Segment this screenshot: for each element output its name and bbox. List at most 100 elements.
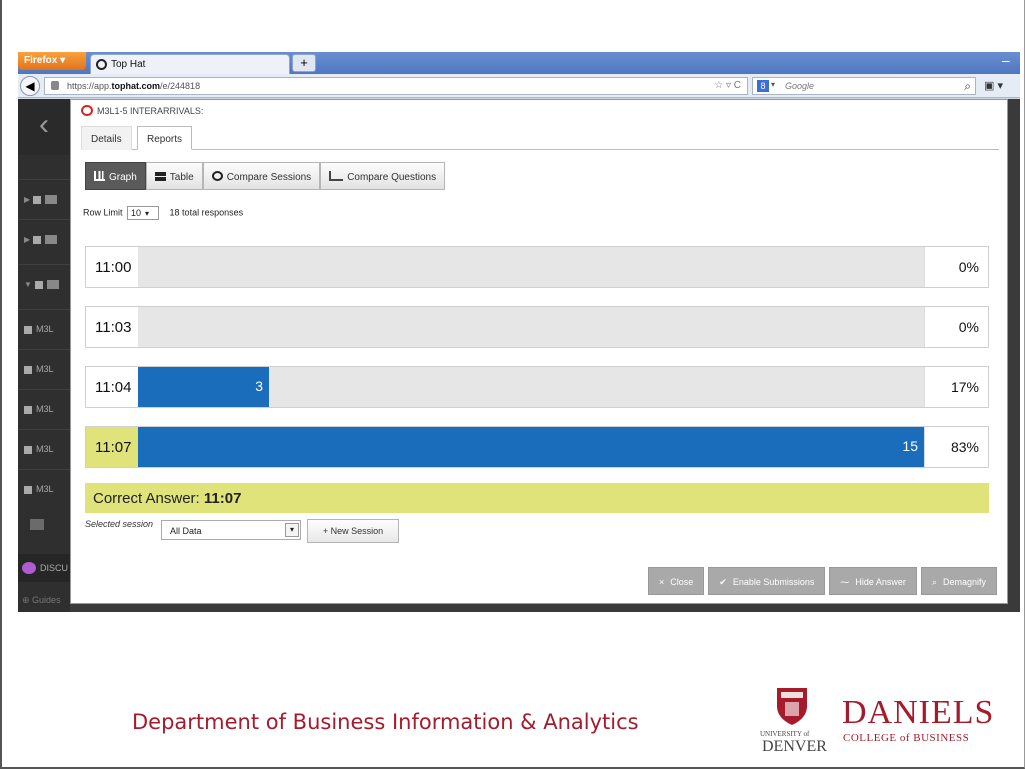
table-view-button[interactable]: Table: [145, 162, 203, 190]
university-shield-logo: [777, 688, 807, 725]
sidebar-item-label: M3L: [36, 484, 54, 494]
sidebar-item[interactable]: M3L: [18, 349, 70, 389]
new-tab-button[interactable]: +: [292, 54, 316, 72]
answer-bar-track: [138, 247, 924, 287]
bookmark-reload-icons[interactable]: ☆ ▿ C: [714, 80, 741, 91]
zoom-out-icon: ⌕: [931, 577, 937, 587]
navigation-bar: ◀ https://app.tophat.com/e/244818 ☆ ▿ C …: [18, 74, 1020, 98]
sidebar-item[interactable]: M3L: [18, 429, 70, 469]
sidebar-folder-row[interactable]: ▼: [18, 264, 70, 304]
answer-bar-track: 3: [138, 367, 924, 407]
url-prefix: https://app.: [67, 81, 112, 91]
compare-sessions-label: Compare Sessions: [226, 172, 312, 183]
answer-label: 11:04: [86, 367, 138, 407]
row-limit-select[interactable]: 10 ▾: [127, 206, 160, 220]
logo-denver-text: DENVER: [762, 738, 827, 755]
back-arrow-icon[interactable]: ◀: [20, 76, 40, 96]
url-bar[interactable]: https://app.tophat.com/e/244818 ☆ ▿ C: [44, 77, 748, 95]
modal-footer-actions: × Close ✔ Enable Submissions ⁓ Hide Answer …: [648, 567, 997, 595]
checkbox-icon: [24, 325, 32, 334]
answer-row: 11:04 3 17%: [85, 366, 989, 408]
check-icon: ✔: [719, 577, 727, 587]
clock-icon: [211, 171, 223, 181]
question-title-text: M3L1-5 INTERARRIVALS:: [97, 106, 204, 116]
hide-answer-button[interactable]: ⁓ Hide Answer: [829, 567, 917, 595]
discussion-label: DISCU: [40, 563, 69, 573]
hide-answer-label: Hide Answer: [855, 577, 906, 587]
logo-college-text: COLLEGE of BUSINESS: [843, 732, 970, 744]
answer-bar-track: [138, 307, 924, 347]
compare-sessions-button[interactable]: Compare Sessions: [202, 162, 321, 190]
answer-row: 11:03 0%: [85, 306, 989, 348]
answer-bar-track: 15: [138, 427, 924, 467]
enable-submissions-label: Enable Submissions: [732, 577, 815, 587]
checkbox-icon: [24, 365, 32, 374]
logo-university-text: UNIVERSITY of: [760, 730, 810, 738]
browser-window: Firefox ▾ Top Hat + – ◀ https://app.toph…: [18, 52, 1020, 612]
addons-menu-icon[interactable]: ▣ ▾: [980, 77, 1016, 95]
answer-label: 11:00: [86, 247, 138, 287]
search-icon[interactable]: ⌕: [964, 79, 971, 94]
compare-questions-label: Compare Questions: [347, 172, 437, 183]
enable-submissions-button[interactable]: ✔ Enable Submissions: [708, 567, 826, 595]
new-session-button[interactable]: + New Session: [307, 519, 399, 543]
modal-tabs: Details Reports: [81, 126, 999, 150]
sidebar-item-label: M3L: [36, 364, 54, 374]
guides-label: Guides: [32, 595, 61, 605]
firefox-menu-label: Firefox: [24, 55, 58, 66]
search-bar[interactable]: 8 ▾ Google ⌕: [752, 77, 976, 95]
answer-percent: 0%: [924, 247, 988, 287]
question-report-modal: M3L1-5 INTERARRIVALS: Details Reports Gr…: [70, 99, 1008, 604]
sidebar-folder-row[interactable]: ▶: [18, 179, 70, 219]
close-label: Close: [670, 577, 694, 587]
answer-label: 11:07: [86, 427, 138, 467]
checkbox-icon: [24, 405, 32, 414]
row-limit-value: 10: [131, 208, 142, 218]
graph-view-label: Graph: [109, 172, 137, 183]
folder-icon[interactable]: [30, 519, 44, 530]
url-path: /e/244818: [160, 81, 201, 91]
sidebar-item[interactable]: M3L: [18, 389, 70, 429]
row-limit-label: Row Limit: [83, 207, 123, 218]
collapse-chevron-icon[interactable]: ‹: [18, 99, 70, 155]
graph-view-button[interactable]: Graph: [85, 162, 146, 190]
checkbox-icon: [33, 195, 42, 204]
discussion-icon: [22, 562, 36, 574]
checkbox-icon: [24, 485, 32, 494]
tab-details[interactable]: Details: [81, 126, 132, 150]
demagnify-button[interactable]: ⌕ Demagnify: [920, 567, 997, 595]
sidebar-folder-row[interactable]: ▶: [18, 219, 70, 259]
sidebar-item[interactable]: M3L: [18, 309, 70, 349]
expand-triangle-icon: ▶: [24, 195, 31, 204]
answer-count: 15: [902, 438, 918, 454]
bar-chart-icon: [94, 171, 105, 181]
view-toolbar: Graph Table Compare Sessions Compare Que…: [85, 162, 446, 190]
firefox-menu-button[interactable]: Firefox ▾: [18, 52, 86, 70]
sidebar-guides[interactable]: ⊕ Guides: [18, 587, 70, 612]
chevron-down-icon: ▾: [771, 80, 776, 89]
table-icon: [154, 171, 166, 181]
hide-eye-icon: ⁓: [840, 577, 850, 587]
sidebar-item[interactable]: M3L: [18, 469, 70, 509]
folder-icon: [45, 195, 58, 205]
checkbox-icon: [34, 280, 43, 289]
answer-count: 3: [255, 378, 263, 394]
answer-label: 11:03: [86, 307, 138, 347]
tab-reports[interactable]: Reports: [137, 126, 193, 150]
close-button[interactable]: × Close: [648, 567, 705, 595]
session-select[interactable]: All Data ▾: [161, 520, 301, 540]
browser-tab[interactable]: Top Hat: [90, 54, 290, 74]
sidebar-discussion[interactable]: DISCU: [18, 554, 70, 582]
search-engine-icon[interactable]: 8: [757, 80, 769, 92]
selected-session-label: Selected session: [85, 519, 154, 529]
expand-triangle-icon: ▶: [24, 235, 31, 244]
sidebar-item-label: M3L: [36, 404, 54, 414]
folder-icon: [46, 280, 59, 290]
compare-questions-button[interactable]: Compare Questions: [320, 162, 446, 190]
minimize-icon[interactable]: –: [1002, 53, 1014, 69]
sidebar-item-label: M3L: [36, 444, 54, 454]
session-select-value: All Data: [170, 526, 202, 536]
close-icon: ×: [659, 577, 665, 587]
chevron-down-icon: ▾: [145, 209, 150, 218]
logo-daniels-text: DANIELS: [842, 694, 995, 731]
